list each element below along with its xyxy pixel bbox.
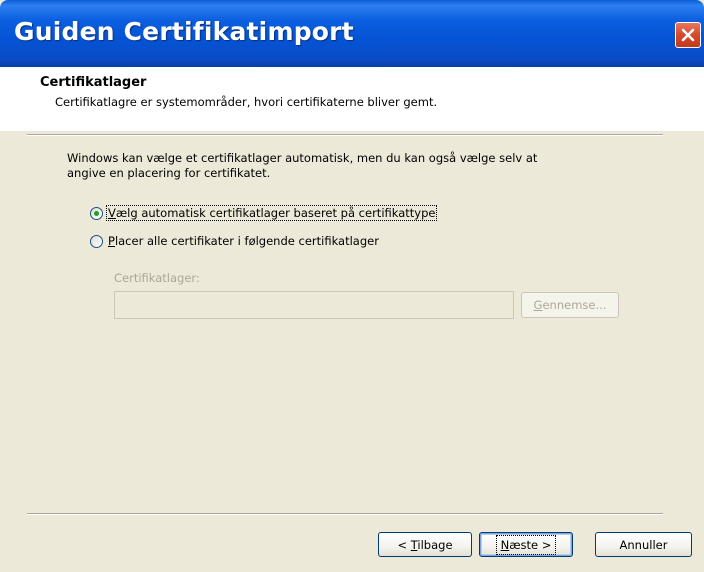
radio-auto-label[interactable]: Vælg automatisk certifikatlager baseret … (105, 205, 438, 221)
close-icon (681, 28, 695, 42)
radio-manual-indicator[interactable] (90, 234, 103, 248)
radio-auto-accel: V (108, 206, 116, 220)
back-button[interactable]: < Tilbage (378, 532, 472, 557)
page-subtitle: Certifikatlagre er systemområder, hvori … (55, 95, 438, 109)
back-text: ilbage (417, 537, 453, 552)
next-accel: N (500, 537, 510, 552)
cancel-button[interactable]: Annuller (595, 532, 692, 557)
store-input[interactable] (114, 291, 514, 319)
intro-text: Windows kan vælge et certifikatlager aut… (67, 151, 627, 181)
radio-auto-store[interactable]: Vælg automatisk certifikatlager baseret … (90, 205, 438, 221)
title-bar[interactable]: Guiden Certifikatimport (0, 0, 704, 67)
intro-line-2: angive en placering for certifikatet. (67, 166, 271, 180)
wizard-header: Certifikatlager Certifikatlagre er syste… (0, 67, 704, 131)
radio-auto-indicator[interactable] (90, 206, 103, 220)
intro-line-1: Windows kan vælge et certifikatlager aut… (67, 151, 538, 165)
header-divider (27, 134, 663, 136)
window-title: Guiden Certifikatimport (14, 17, 354, 46)
close-button[interactable] (675, 22, 701, 48)
radio-auto-text: ælg automatisk certifikatlager baseret p… (115, 206, 436, 220)
browse-button[interactable]: Gennemse... (521, 292, 619, 318)
radio-manual-accel: P (108, 234, 115, 248)
next-button[interactable]: Næste > (479, 532, 573, 557)
radio-manual-label[interactable]: Placer alle certifikater i følgende cert… (107, 234, 380, 248)
back-prefix: < (397, 537, 411, 552)
footer-divider (27, 513, 663, 515)
next-text: æste > (509, 537, 552, 552)
store-field-label: Certifikatlager: (114, 271, 200, 285)
page-title: Certifikatlager (40, 75, 147, 90)
browse-text: ennemse... (542, 298, 607, 312)
next-label: Næste > (495, 534, 557, 555)
radio-manual-store[interactable]: Placer alle certifikater i følgende cert… (90, 234, 380, 248)
radio-manual-text: lacer alle certifikater i følgende certi… (114, 234, 379, 248)
